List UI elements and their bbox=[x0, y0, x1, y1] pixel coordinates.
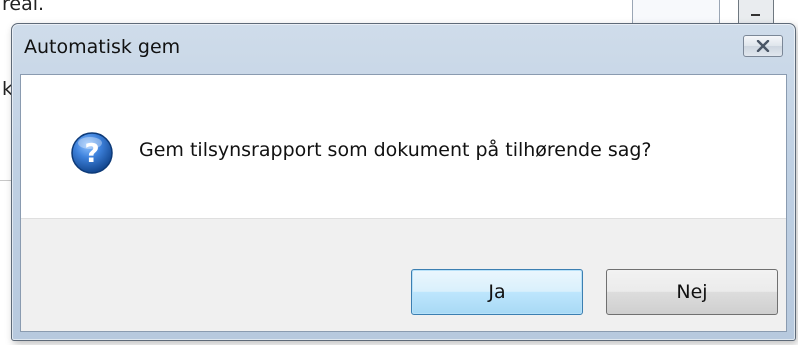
dialog-button-bar: Ja Nej bbox=[21, 218, 786, 331]
no-button[interactable]: Nej bbox=[606, 269, 778, 315]
background-text: real. bbox=[2, 0, 45, 15]
question-icon: ? bbox=[70, 131, 114, 175]
close-button[interactable] bbox=[743, 35, 783, 57]
svg-text:?: ? bbox=[84, 139, 99, 169]
close-icon bbox=[744, 36, 782, 56]
yes-button[interactable]: Ja bbox=[411, 269, 583, 315]
dialog-title-bar[interactable]: Automatisk gem bbox=[12, 24, 795, 74]
dialog-window: Automatisk gem ? Gem tilsynsrapport som … bbox=[11, 23, 796, 341]
dialog-title: Automatisk gem bbox=[24, 36, 181, 58]
dialog-content: ? Gem tilsynsrapport som dokument på til… bbox=[21, 75, 786, 218]
dialog-message: Gem tilsynsrapport som dokument på tilhø… bbox=[139, 139, 652, 161]
dialog-client-area: ? Gem tilsynsrapport som dokument på til… bbox=[20, 74, 787, 332]
